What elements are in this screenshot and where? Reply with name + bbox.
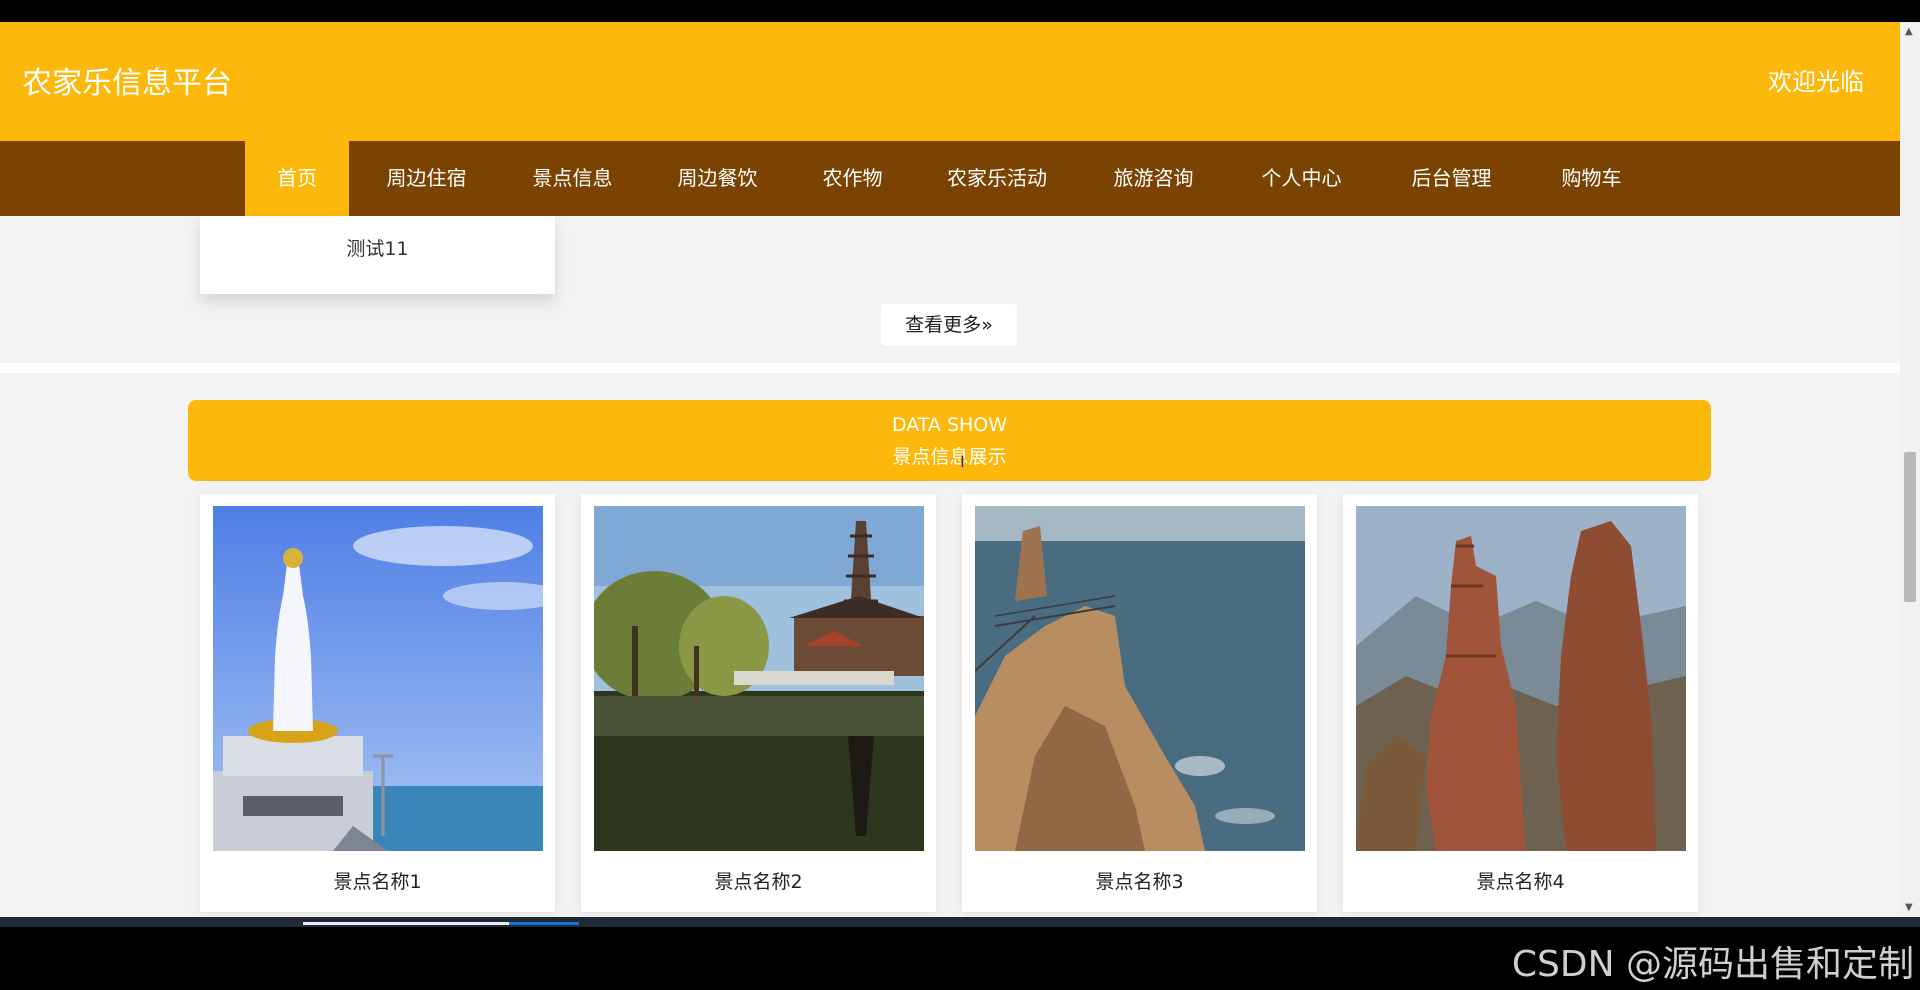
nav-item-consult[interactable]: 旅游咨询 — [1097, 141, 1210, 216]
view-more-button[interactable]: 查看更多» — [881, 304, 1017, 346]
watermark-text: CSDN @源码出售和定制 — [1511, 944, 1914, 985]
main-nav: 首页 周边住宿 景点信息 周边餐饮 农作物 农家乐活动 旅游咨询 个人中心 后台… — [0, 141, 1900, 216]
previous-card[interactable]: 测试11 — [200, 216, 555, 294]
attraction-name: 景点名称3 — [1095, 871, 1184, 893]
nav-item-attractions[interactable]: 景点信息 — [516, 141, 629, 216]
guanyin-statue-image[interactable] — [213, 506, 543, 851]
attraction-name: 景点名称1 — [333, 871, 422, 893]
nav-item-admin[interactable]: 后台管理 — [1395, 141, 1508, 216]
site-header: 农家乐信息平台 欢迎光临 — [0, 22, 1900, 141]
attraction-name: 景点名称4 — [1476, 871, 1565, 893]
scrollbar-thumb[interactable] — [1904, 452, 1916, 602]
nav-item-activities[interactable]: 农家乐活动 — [930, 141, 1064, 216]
scroll-down-arrow-icon[interactable]: ▼ — [1905, 902, 1913, 913]
bottom-strip — [0, 917, 1920, 927]
site-title[interactable]: 农家乐信息平台 — [22, 58, 232, 102]
nav-item-home[interactable]: 首页 — [245, 141, 349, 216]
nav-item-profile[interactable]: 个人中心 — [1245, 141, 1358, 216]
text-cursor-icon: I — [960, 452, 965, 471]
double-chevron-right-icon: » — [981, 314, 993, 336]
scroll-up-arrow-icon[interactable]: ▲ — [1905, 26, 1913, 37]
view-more-label: 查看更多 — [905, 314, 982, 336]
section-divider — [0, 363, 1900, 373]
nav-item-cart[interactable]: 购物车 — [1545, 141, 1638, 216]
rock-pillars-image[interactable] — [1356, 506, 1686, 851]
welcome-text: 欢迎光临 — [1768, 68, 1864, 96]
banner-title-cn: 景点信息展示 — [892, 446, 1007, 468]
pagoda-lake-image[interactable] — [594, 506, 924, 851]
attraction-card[interactable]: 景点名称2 — [581, 494, 936, 912]
data-show-banner: DATA SHOW 景点信息展示 — [188, 400, 1711, 481]
nav-item-dining[interactable]: 周边餐饮 — [661, 141, 774, 216]
page-scrollbar[interactable]: ▲ ▼ — [1900, 22, 1920, 917]
attraction-card[interactable]: 景点名称3 — [962, 494, 1317, 912]
sea-cliff-image[interactable] — [975, 506, 1305, 851]
page-viewport: 农家乐信息平台 欢迎光临 首页 周边住宿 景点信息 周边餐饮 农作物 农家乐活动… — [0, 22, 1900, 917]
attraction-card[interactable]: 景点名称1 — [200, 494, 555, 912]
nav-item-lodging[interactable]: 周边住宿 — [370, 141, 483, 216]
attraction-card[interactable]: 景点名称4 — [1343, 494, 1698, 912]
attraction-name: 景点名称2 — [714, 871, 803, 893]
nav-item-crops[interactable]: 农作物 — [806, 141, 899, 216]
previous-card-title: 测试11 — [346, 238, 409, 260]
progress-segment-light — [303, 922, 509, 925]
progress-segment-blue — [509, 922, 579, 925]
banner-title-en: DATA SHOW — [891, 414, 1008, 436]
